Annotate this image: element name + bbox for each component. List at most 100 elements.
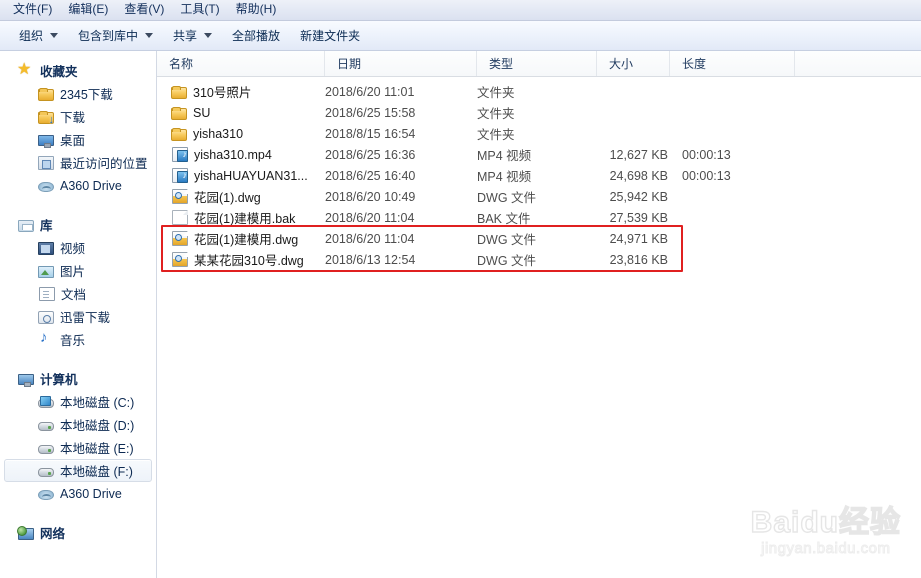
- watermark: Baidu经验 jingyan.baidu.com: [750, 505, 901, 558]
- sidebar-item-favorites-0[interactable]: 2345下载: [4, 82, 152, 105]
- cell-size: 12,627 KB: [609, 147, 668, 162]
- sidebar-item-label: 本地磁盘 (C:): [60, 396, 135, 410]
- explorer-window: 文件(F) 编辑(E) 查看(V) 工具(T) 帮助(H) 组织 包含到库中 共享 全部播放 新…: [0, 0, 921, 578]
- sidebar-item-computer-1[interactable]: 本地磁盘 (D:): [4, 413, 152, 436]
- sidebar-group-header-network[interactable]: 网络: [0, 521, 156, 544]
- sidebar-item-computer-0[interactable]: 本地磁盘 (C:): [4, 390, 152, 413]
- column-type-label: 类型: [489, 57, 514, 71]
- sidebar-item-computer-4[interactable]: A360 Drive: [4, 482, 152, 505]
- table-row[interactable]: 花园(1)建模用.bak 2018/6/20 11:04 BAK 文件 27,539 …: [157, 207, 921, 228]
- file-name-label: SU: [193, 105, 211, 120]
- table-row[interactable]: yisha310.mp4 2018/6/25 16:36 MP4 视频 12,627 …: [157, 144, 921, 165]
- bak-icon: [172, 210, 188, 225]
- sidebar-item-libraries-3[interactable]: 迅雷下载: [4, 305, 152, 328]
- sidebar-group-header-favorites[interactable]: 收藏夹: [0, 59, 156, 82]
- table-row[interactable]: yisha310 2018/8/15 16:54 文件夹: [157, 123, 921, 144]
- share-with-button[interactable]: 共享: [164, 22, 223, 50]
- sidebar-group-favorites: 收藏夹 2345下载下载桌面最近访问的位置 A360 Drive: [0, 59, 156, 197]
- sidebar-item-label: A360 Drive: [60, 486, 122, 501]
- sidebar-item-favorites-3[interactable]: 最近访问的位置: [4, 151, 152, 174]
- sidebar-group-network: 网络: [0, 521, 156, 544]
- file-name-label: yisha310.mp4: [194, 147, 272, 162]
- sidebar-group-label: 计算机: [40, 373, 78, 387]
- sidebar-item-libraries-1[interactable]: 图片: [4, 259, 152, 282]
- cell-type: MP4 视频: [477, 149, 532, 163]
- cloud-icon: [38, 490, 54, 500]
- column-type[interactable]: 类型: [477, 51, 597, 76]
- cell-name: yisha310.mp4: [157, 147, 325, 162]
- sidebar-group-label: 网络: [40, 527, 66, 541]
- sidebar-item-label: 桌面: [60, 134, 86, 148]
- cell-type: MP4 视频: [477, 170, 532, 184]
- cell-date: 2018/6/20 10:49: [325, 189, 416, 204]
- organize-button-label: 组织: [19, 28, 44, 43]
- column-filler: [795, 51, 921, 76]
- cell-length: 00:00:13: [682, 147, 731, 162]
- sidebar-group-header-computer[interactable]: 计算机: [0, 367, 156, 390]
- menu-edit[interactable]: 编辑(E): [61, 0, 117, 20]
- table-row[interactable]: 310号照片 2018/6/20 11:01 文件夹: [157, 81, 921, 102]
- column-length-label: 长度: [682, 57, 707, 71]
- menu-file[interactable]: 文件(F): [6, 0, 61, 20]
- sidebar-item-label: 迅雷下载: [60, 311, 111, 325]
- include-in-library-button[interactable]: 包含到库中: [69, 22, 164, 50]
- sidebar-item-favorites-2[interactable]: 桌面: [4, 128, 152, 151]
- cloud-icon: [38, 182, 54, 192]
- column-header-row: 名称 日期 类型 大小 长度: [157, 51, 921, 77]
- sidebar-item-label: 音乐: [60, 334, 86, 348]
- picture-icon: [38, 265, 54, 278]
- watermark-main: Baidu经验: [750, 505, 901, 539]
- folder-icon: [38, 87, 54, 101]
- sidebar-item-libraries-0[interactable]: 视频: [4, 236, 152, 259]
- sidebar-item-computer-3[interactable]: 本地磁盘 (F:): [4, 459, 152, 482]
- sidebar-item-favorites-4[interactable]: A360 Drive: [4, 174, 152, 197]
- sidebar-item-computer-2[interactable]: 本地磁盘 (E:): [4, 436, 152, 459]
- star-icon: [17, 59, 34, 79]
- dwg-icon: [172, 231, 188, 246]
- column-date[interactable]: 日期: [325, 51, 477, 76]
- column-size[interactable]: 大小: [597, 51, 670, 76]
- new-folder-button[interactable]: 新建文件夹: [291, 22, 371, 50]
- file-name-label: 某某花园310号.dwg: [194, 254, 304, 268]
- sidebar-group-label: 收藏夹: [40, 65, 78, 79]
- play-all-button[interactable]: 全部播放: [223, 22, 291, 50]
- table-row[interactable]: 某某花园310号.dwg 2018/6/13 12:54 DWG 文件 23,816 …: [157, 249, 921, 270]
- sidebar-item-label: 下载: [60, 111, 86, 125]
- cell-size: 25,942 KB: [609, 189, 668, 204]
- include-in-library-button-label: 包含到库中: [78, 28, 139, 43]
- table-row[interactable]: 花园(1).dwg 2018/6/20 10:49 DWG 文件 25,942 KB: [157, 186, 921, 207]
- hdd-icon: [38, 422, 54, 431]
- column-size-label: 大小: [609, 57, 634, 71]
- sidebar-item-label: 最近访问的位置: [60, 157, 148, 171]
- sidebar-item-favorites-1[interactable]: 下载: [4, 105, 152, 128]
- new-folder-button-label: 新建文件夹: [300, 28, 361, 43]
- table-row[interactable]: 花园(1)建模用.dwg 2018/6/20 11:04 DWG 文件 24,971 …: [157, 228, 921, 249]
- sidebar-group-header-libraries[interactable]: 库: [0, 213, 156, 236]
- file-name-label: 花园(1).dwg: [194, 191, 261, 205]
- menu-help[interactable]: 帮助(H): [229, 0, 286, 20]
- command-bar: 组织 包含到库中 共享 全部播放 新建文件夹: [0, 21, 921, 51]
- cell-type: DWG 文件: [477, 254, 537, 268]
- cell-name: 花园(1)建模用.dwg: [157, 229, 325, 248]
- column-name[interactable]: 名称: [157, 51, 325, 76]
- cell-size: 24,698 KB: [609, 168, 668, 183]
- chevron-down-icon: [204, 32, 213, 38]
- sidebar-item-libraries-2[interactable]: 文档: [4, 282, 152, 305]
- folder-download-icon: [38, 110, 54, 126]
- sidebar-item-libraries-4[interactable]: 音乐: [4, 328, 152, 351]
- menu-view[interactable]: 查看(V): [117, 0, 173, 20]
- column-date-label: 日期: [337, 57, 362, 71]
- table-row[interactable]: yishaHUAYUAN31... 2018/6/25 16:40 MP4 视频 24…: [157, 165, 921, 186]
- file-rows: 310号照片 2018/6/20 11:01 文件夹 SU 2018/6/25 15:5…: [157, 77, 921, 270]
- cell-date: 2018/6/20 11:04: [325, 231, 415, 246]
- folder-icon: [171, 85, 187, 99]
- table-row[interactable]: SU 2018/6/25 15:58 文件夹: [157, 102, 921, 123]
- cell-name: yishaHUAYUAN31...: [157, 168, 325, 183]
- organize-button[interactable]: 组织: [10, 22, 69, 50]
- sidebar-group-computer: 计算机本地磁盘 (C:) 本地磁盘 (D:) 本地磁盘 (E:) 本地磁盘 (F:) A…: [0, 367, 156, 505]
- mp4-icon: [172, 147, 188, 162]
- file-name-label: 310号照片: [193, 86, 252, 100]
- column-length[interactable]: 长度: [670, 51, 795, 76]
- menu-tools[interactable]: 工具(T): [173, 0, 228, 20]
